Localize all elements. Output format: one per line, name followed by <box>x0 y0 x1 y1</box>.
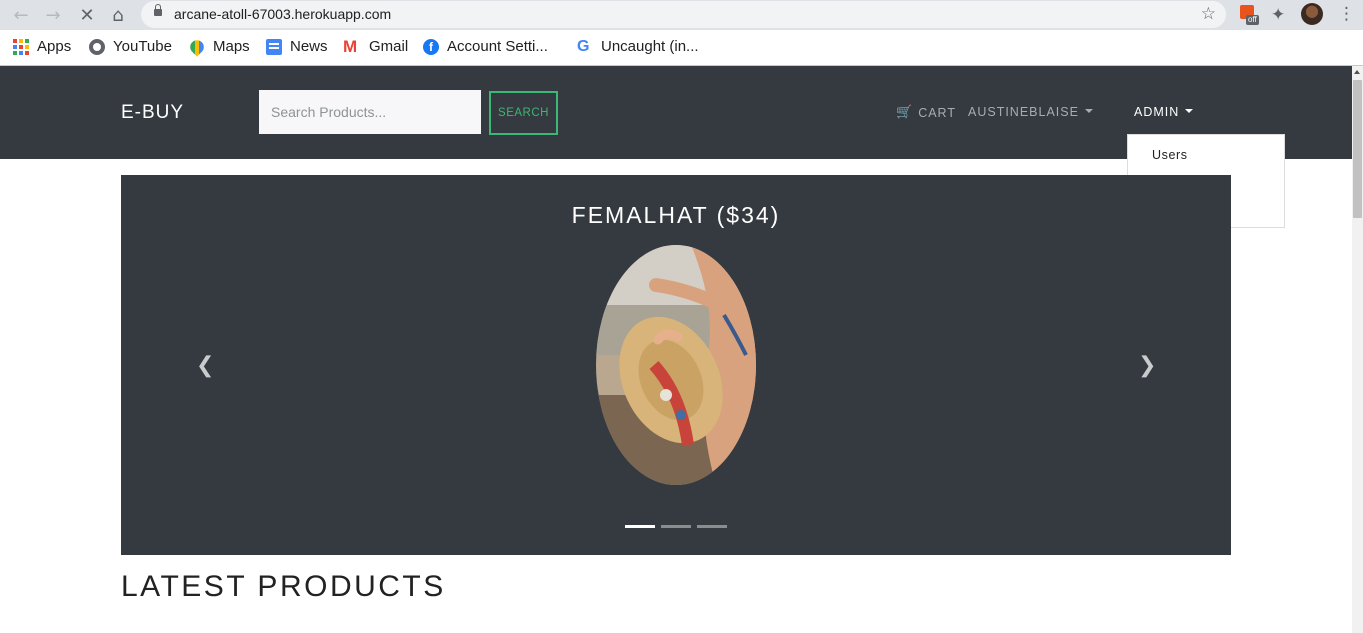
product-carousel: FEMALHAT ($34) ❮ ❯ <box>121 175 1231 555</box>
bookmark-maps[interactable]: Maps <box>187 36 250 57</box>
carousel-indicator[interactable] <box>697 525 727 528</box>
carousel-next-icon[interactable]: ❯ <box>1138 353 1156 378</box>
home-icon[interactable]: ⌂ <box>107 4 129 26</box>
scroll-up-icon[interactable] <box>1354 70 1360 74</box>
bookmark-label: Apps <box>37 38 72 55</box>
forward-arrow-icon[interactable]: → <box>42 4 64 26</box>
profile-avatar[interactable] <box>1301 3 1323 25</box>
gmail-icon: M <box>343 36 358 56</box>
bookmark-label: Uncaught (in... <box>601 38 699 55</box>
carousel-prev-icon[interactable]: ❮ <box>196 353 214 378</box>
bookmark-label: News <box>290 38 328 55</box>
url-text[interactable]: arcane-atoll-67003.herokuapp.com <box>174 6 391 22</box>
carousel-indicator[interactable] <box>661 525 691 528</box>
bookmark-label: Gmail <box>369 38 409 55</box>
dropdown-item-users[interactable]: Users <box>1128 145 1284 171</box>
page-scrollbar[interactable] <box>1352 66 1363 633</box>
scrollbar-thumb[interactable] <box>1353 80 1362 218</box>
google-icon: G <box>577 37 590 55</box>
admin-label: ADMIN <box>1134 105 1180 119</box>
cart-link[interactable]: 🛒 CART <box>896 105 956 120</box>
back-arrow-icon[interactable]: ← <box>10 4 32 26</box>
chevron-down-icon <box>1084 109 1093 113</box>
facebook-icon: f <box>423 38 439 55</box>
search-button[interactable]: SEARCH <box>489 91 558 135</box>
carousel-indicator[interactable] <box>625 525 655 528</box>
bookmark-label: Account Setti... <box>447 38 548 55</box>
news-icon <box>266 38 282 55</box>
extensions-puzzle-icon[interactable]: ✦ <box>1271 5 1285 25</box>
address-bar[interactable]: arcane-atoll-67003.herokuapp.com ☆ <box>141 1 1226 28</box>
search-input[interactable] <box>259 90 481 134</box>
stop-loading-icon[interactable]: ✕ <box>76 4 98 26</box>
extension-off-icon[interactable]: off <box>1240 5 1260 25</box>
section-title: LATEST PRODUCTS <box>121 570 446 603</box>
apps-grid-icon <box>13 38 29 55</box>
user-menu-toggle[interactable]: AUSTINEBLAISE <box>968 105 1093 119</box>
cart-label: CART <box>918 105 956 120</box>
product-image[interactable] <box>596 245 756 485</box>
admin-menu-toggle[interactable]: ADMIN <box>1134 105 1194 119</box>
cart-icon: 🛒 <box>896 105 914 120</box>
bookmarks-bar: Apps YouTube Maps News M Gmail f Account… <box>0 30 1363 66</box>
bookmark-apps[interactable]: Apps <box>13 38 71 55</box>
bookmark-label: Maps <box>213 38 250 55</box>
carousel-caption[interactable]: FEMALHAT ($34) <box>121 202 1231 229</box>
bookmark-news[interactable]: News <box>266 38 328 55</box>
bookmark-gmail[interactable]: M Gmail <box>343 36 409 56</box>
bookmark-star-icon[interactable]: ☆ <box>1201 4 1216 24</box>
bookmark-account-settings[interactable]: f Account Setti... <box>423 38 548 55</box>
carousel-indicators <box>625 525 727 528</box>
brand-logo[interactable]: E-BUY <box>121 102 184 124</box>
bookmark-youtube[interactable]: YouTube <box>89 38 172 55</box>
bookmark-uncaught[interactable]: G Uncaught (in... <box>577 38 699 55</box>
browser-toolbar: ← → ✕ ⌂ arcane-atoll-67003.herokuapp.com… <box>0 0 1363 30</box>
browser-menu-icon[interactable]: ⋮ <box>1338 4 1355 24</box>
chevron-down-icon <box>1185 109 1194 113</box>
lock-icon <box>154 4 162 16</box>
maps-icon <box>187 36 207 57</box>
bookmark-label: YouTube <box>113 38 172 55</box>
user-label: AUSTINEBLAISE <box>968 105 1079 119</box>
extension-badge: off <box>1246 15 1259 25</box>
youtube-icon <box>89 38 105 55</box>
